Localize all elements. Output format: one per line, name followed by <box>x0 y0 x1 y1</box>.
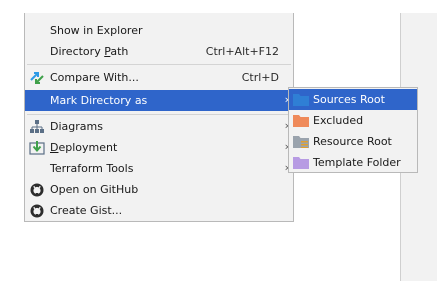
menu-item-shortcut: Ctrl+D <box>241 71 279 84</box>
menu-item-directory-path[interactable]: Directory Path Ctrl+Alt+F12 <box>25 41 293 62</box>
submenu-item-label: Resource Root <box>313 135 392 148</box>
menu-item-shortcut: Ctrl+Alt+F12 <box>205 45 279 58</box>
github-gist-icon <box>29 203 45 219</box>
menu-item-open-on-github[interactable]: Open on GitHub <box>25 179 293 200</box>
resource-root-folder-icon <box>293 135 309 148</box>
menu-item-label: Compare With... <box>50 71 139 84</box>
menu-item-label: Show in Explorer <box>50 24 143 37</box>
submenu-item-label: Excluded <box>313 114 364 127</box>
menu-separator <box>27 64 291 65</box>
menu-item-show-in-explorer[interactable]: Show in Explorer <box>25 20 293 41</box>
submenu-item-label: Sources Root <box>313 93 385 106</box>
compare-arrows-icon <box>29 70 45 86</box>
menu-item-label: Diagrams <box>50 120 103 133</box>
menu-item-compare-with[interactable]: Compare With... Ctrl+D <box>25 67 293 88</box>
deployment-icon <box>29 140 45 156</box>
template-folder-icon <box>293 156 309 169</box>
menu-item-label: Create Gist... <box>50 204 123 217</box>
submenu-item-label: Template Folder <box>313 156 401 169</box>
menu-item-label: Mark Directory as <box>50 94 148 107</box>
menu-item-create-gist[interactable]: Create Gist... <box>25 200 293 221</box>
menu-item-diagrams[interactable]: Diagrams › <box>25 116 293 137</box>
menu-item-mark-directory-as[interactable]: Mark Directory as › <box>25 90 293 111</box>
submenu-item-template-folder[interactable]: Template Folder <box>289 152 417 173</box>
menu-item-label: Deployment <box>50 141 118 154</box>
submenu-item-excluded[interactable]: Excluded <box>289 110 417 131</box>
menu-item-label: Terraform Tools <box>50 162 134 175</box>
excluded-folder-icon <box>293 114 309 127</box>
context-menu: Show in Explorer Directory Path Ctrl+Alt… <box>24 13 294 222</box>
menu-item-label: Open on GitHub <box>50 183 139 196</box>
menu-item-label: Directory Path <box>50 45 129 58</box>
menu-item-deployment[interactable]: Deployment › <box>25 137 293 158</box>
github-icon <box>29 182 45 198</box>
menu-separator <box>27 114 291 115</box>
submenu-item-resource-root[interactable]: Resource Root <box>289 131 417 152</box>
mark-directory-submenu: Sources Root Excluded Resource Root Temp… <box>288 87 418 173</box>
diagram-hierarchy-icon <box>29 119 45 135</box>
sources-root-folder-icon <box>293 93 309 106</box>
submenu-item-sources-root[interactable]: Sources Root <box>289 89 417 110</box>
menu-item-terraform-tools[interactable]: Terraform Tools › <box>25 158 293 179</box>
